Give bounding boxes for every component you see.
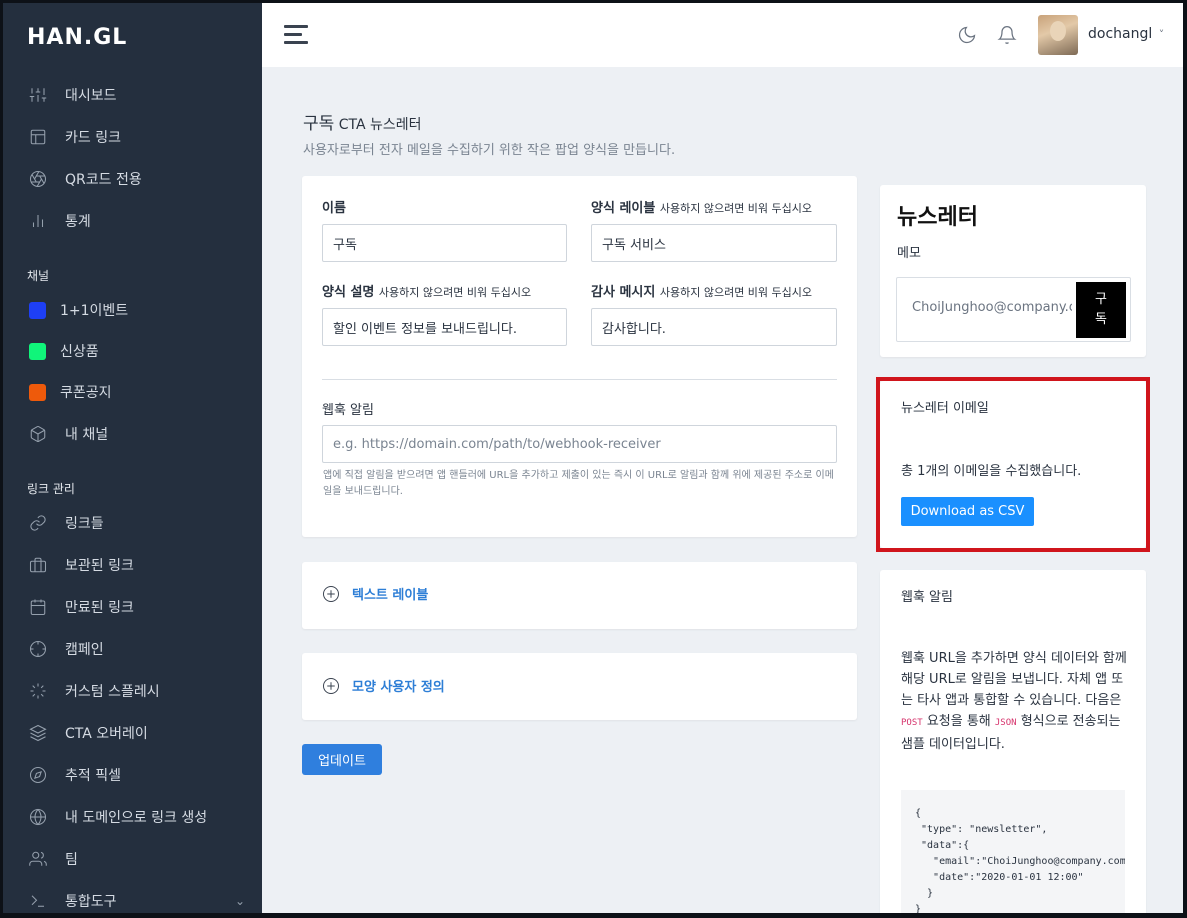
sidebar-item-label: 대시보드 bbox=[65, 88, 117, 104]
preview-memo: 메모 bbox=[897, 246, 921, 261]
sidebar-item-archived-links[interactable]: 보관된 링크 bbox=[29, 550, 249, 580]
bell-icon[interactable] bbox=[997, 25, 1017, 45]
sidebar-channel-coupons[interactable]: 쿠폰공지 bbox=[29, 377, 249, 407]
chevron-down-icon: ⌄ bbox=[234, 894, 245, 908]
sidebar-item-qr[interactable]: QR코드 전용 bbox=[29, 164, 249, 194]
avatar[interactable] bbox=[1038, 15, 1078, 55]
sliders-icon bbox=[29, 86, 47, 104]
sidebar-item-label: 팀 bbox=[65, 852, 78, 868]
sidebar-item-label: 추적 픽셀 bbox=[65, 768, 121, 784]
webhook-label: 웹훅 알림 bbox=[322, 403, 374, 418]
webhook-help-text: 앱에 직접 알림을 받으려면 앱 핸들러에 URL을 추가하고 제출이 있는 즉… bbox=[323, 470, 834, 497]
sidebar-item-label: 커스텀 스플레시 bbox=[65, 684, 160, 700]
sidebar-item-label: 링크들 bbox=[65, 516, 104, 532]
loader-icon bbox=[29, 682, 47, 700]
thanks-input[interactable] bbox=[591, 308, 837, 346]
sidebar-item-card-links[interactable]: 카드 링크 bbox=[29, 122, 249, 152]
sidebar-item-links[interactable]: 링크들 bbox=[29, 508, 249, 538]
page-title: 구독 CTA 뉴스레터 bbox=[303, 114, 422, 134]
link-icon bbox=[29, 514, 47, 532]
sidebar-item-team[interactable]: 팀 bbox=[29, 844, 249, 874]
preview-subscribe-button[interactable]: 구독 bbox=[1076, 282, 1126, 338]
channel-color-swatch bbox=[29, 342, 46, 360]
sidebar-item-dashboard[interactable]: 대시보드 bbox=[29, 80, 249, 110]
sidebar-item-label: 통합도구 bbox=[65, 894, 117, 910]
name-label: 이름 bbox=[322, 201, 346, 216]
calendar-icon bbox=[29, 598, 47, 616]
sidebar-item-custom-domains[interactable]: 내 도메인으로 링크 생성 bbox=[29, 802, 249, 832]
highlight-box bbox=[876, 377, 1150, 552]
sidebar-channel-event[interactable]: 1+1이벤트 bbox=[29, 295, 249, 325]
name-input[interactable] bbox=[322, 224, 567, 262]
moon-icon[interactable] bbox=[957, 25, 977, 45]
sidebar-item-integrations[interactable]: 통합도구 ⌄ bbox=[29, 886, 249, 913]
sidebar-item-expired-links[interactable]: 만료된 링크 bbox=[29, 592, 249, 622]
sidebar-item-label: CTA 오버레이 bbox=[65, 726, 148, 742]
section-label-channels: 채널 bbox=[27, 269, 50, 283]
sample-json-code: { "type": "newsletter", "data":{ "email"… bbox=[901, 790, 1125, 913]
sidebar-item-tracking-pixels[interactable]: 추적 픽셀 bbox=[29, 760, 249, 790]
app-logo[interactable]: HAN.GL bbox=[27, 25, 127, 50]
briefcase-icon bbox=[29, 556, 47, 574]
form-label-label: 양식 레이블 사용하지 않으려면 비워 두십시오 bbox=[591, 201, 813, 216]
form-label-input[interactable] bbox=[591, 224, 837, 262]
sidebar-channel-new-products[interactable]: 신상품 bbox=[29, 336, 249, 366]
update-button[interactable]: 업데이트 bbox=[302, 744, 382, 775]
users-icon bbox=[29, 850, 47, 868]
sidebar-item-label: 카드 링크 bbox=[65, 130, 121, 146]
user-menu[interactable]: dochangl ˅ bbox=[1088, 26, 1164, 42]
topbar: dochangl ˅ bbox=[262, 3, 1183, 67]
sidebar-item-custom-splash[interactable]: 커스텀 스플레시 bbox=[29, 676, 249, 706]
sidebar-item-label: 보관된 링크 bbox=[65, 558, 134, 574]
username: dochangl bbox=[1088, 26, 1153, 42]
sidebar-item-stats[interactable]: 통계 bbox=[29, 206, 249, 236]
box-icon bbox=[29, 425, 47, 443]
preview-email-input[interactable]: ChoiJunghoo@company.com bbox=[912, 300, 1072, 315]
menu-toggle-icon[interactable] bbox=[284, 25, 308, 45]
sidebar-item-label: 쿠폰공지 bbox=[60, 385, 112, 401]
section-label-link-management: 링크 관리 bbox=[27, 482, 75, 496]
preview-subscribe-box: ChoiJunghoo@company.com 구독 bbox=[896, 277, 1131, 342]
sidebar-item-label: 내 도메인으로 링크 생성 bbox=[65, 810, 208, 826]
page-subtitle: 사용자로부터 전자 메일을 수집하기 위한 작은 팝업 양식을 만듭니다. bbox=[303, 143, 676, 158]
aperture-icon bbox=[29, 170, 47, 188]
app-window: HAN.GL 대시보드 카드 링크 QR코드 전용 통계 채널 1+1이벤트 신… bbox=[3, 3, 1183, 913]
layers-icon bbox=[29, 724, 47, 742]
preview-title: 뉴스레터 bbox=[897, 205, 978, 230]
sidebar-item-campaigns[interactable]: 캠페인 bbox=[29, 634, 249, 664]
sidebar-item-label: 신상품 bbox=[60, 344, 99, 360]
channel-color-swatch bbox=[29, 383, 46, 401]
description-label: 양식 설명 사용하지 않으려면 비워 두십시오 bbox=[322, 285, 532, 300]
crosshair-icon bbox=[29, 640, 47, 658]
description-input[interactable] bbox=[322, 308, 567, 346]
sidebar-item-cta-overlay[interactable]: CTA 오버레이 bbox=[29, 718, 249, 748]
webhook-panel-description: 웹훅 URL을 추가하면 양식 데이터와 함께 해당 URL로 알림을 보냅니다… bbox=[901, 651, 1127, 752]
divider bbox=[322, 379, 837, 380]
accordion-appearance-header[interactable]: 모양 사용자 정의 bbox=[322, 676, 445, 695]
sidebar-item-label: 캠페인 bbox=[65, 642, 104, 658]
chevron-down-icon: ˅ bbox=[1158, 28, 1165, 41]
webhook-panel-title: 웹훅 알림 bbox=[901, 590, 953, 605]
sidebar: HAN.GL 대시보드 카드 링크 QR코드 전용 통계 채널 1+1이벤트 신… bbox=[3, 3, 262, 913]
accordion-text-labels-header[interactable]: 텍스트 레이블 bbox=[322, 584, 428, 603]
sidebar-item-label: 만료된 링크 bbox=[65, 600, 134, 616]
layout-icon bbox=[29, 128, 47, 146]
globe-icon bbox=[29, 808, 47, 826]
bar-chart-icon bbox=[29, 212, 47, 230]
plus-circle-icon bbox=[322, 677, 340, 695]
sidebar-item-label: 1+1이벤트 bbox=[60, 303, 129, 319]
json-code-tag: JSON bbox=[994, 718, 1017, 728]
plus-circle-icon bbox=[322, 585, 340, 603]
thanks-label: 감사 메시지 사용하지 않으려면 비워 두십시오 bbox=[591, 285, 813, 300]
terminal-icon bbox=[29, 892, 47, 910]
compass-icon bbox=[29, 766, 47, 784]
sidebar-item-label: 통계 bbox=[65, 214, 91, 230]
sidebar-item-my-channels[interactable]: 내 채널 bbox=[29, 419, 249, 449]
post-code-tag: POST bbox=[901, 718, 923, 728]
webhook-url-input[interactable] bbox=[322, 425, 837, 463]
sidebar-item-label: 내 채널 bbox=[65, 427, 109, 443]
sidebar-item-label: QR코드 전용 bbox=[65, 172, 142, 188]
channel-color-swatch bbox=[29, 301, 46, 319]
